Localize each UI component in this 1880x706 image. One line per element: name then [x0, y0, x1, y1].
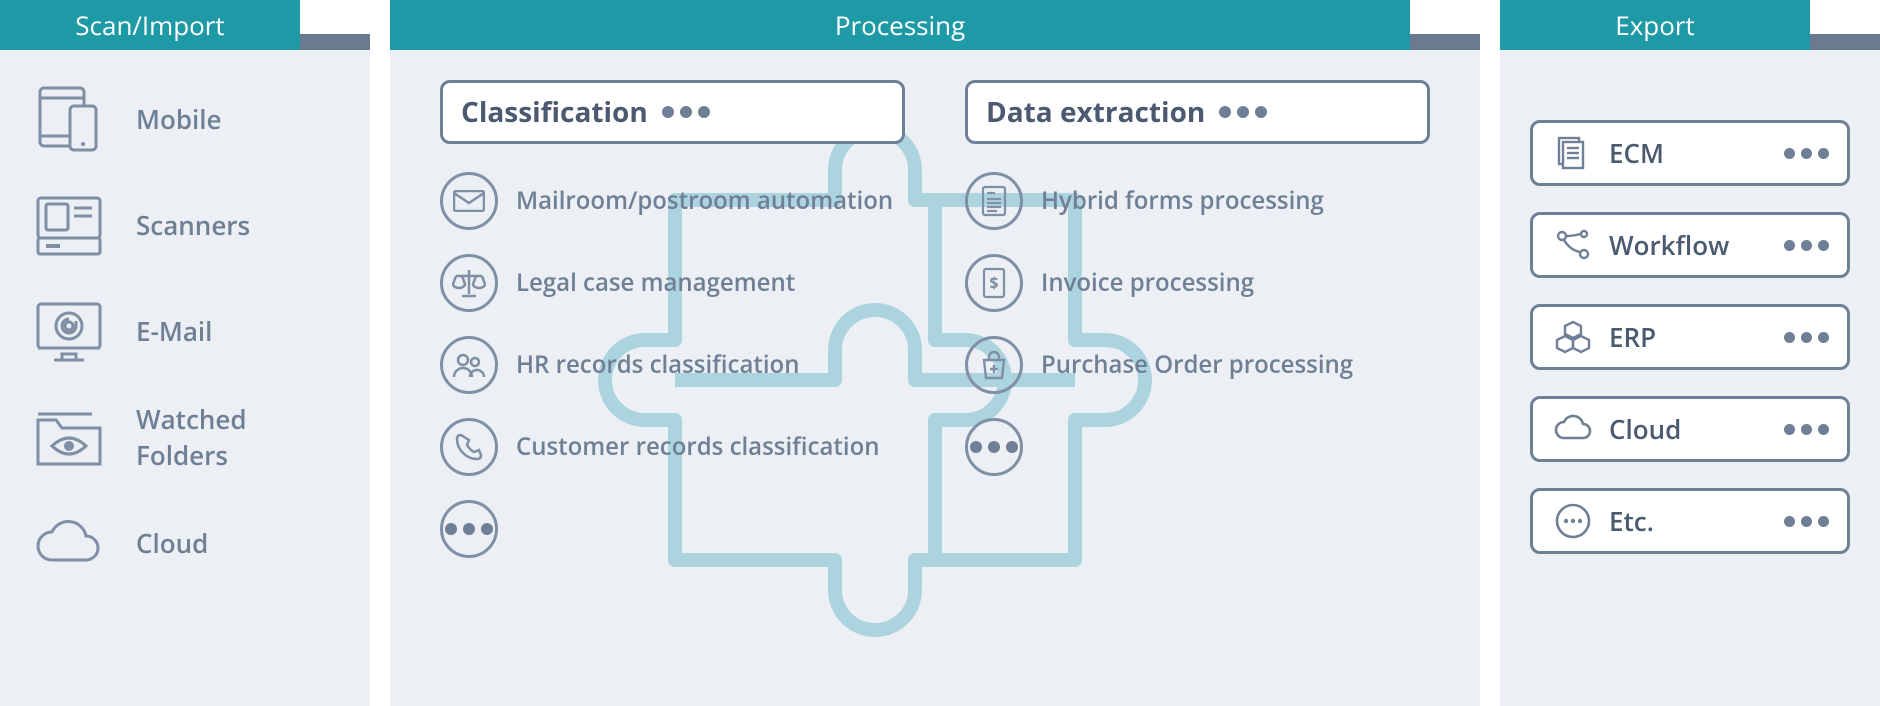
proc-label: Invoice processing — [1041, 269, 1254, 297]
scan-label: E-Mail — [136, 313, 212, 349]
export-item-ecm: ECM — [1530, 120, 1850, 186]
export-label: Workflow — [1609, 227, 1770, 263]
processing-column: Processing Classification — [390, 0, 1480, 706]
more-icon — [1784, 332, 1829, 343]
svg-text:$: $ — [989, 272, 998, 294]
export-item-workflow: Workflow — [1530, 212, 1850, 278]
export-label: ECM — [1609, 135, 1770, 171]
mobile-icon — [30, 80, 108, 158]
export-label: ERP — [1609, 319, 1770, 355]
more-icon — [662, 106, 710, 118]
more-icon — [1784, 148, 1829, 159]
more-circle-icon — [1551, 499, 1595, 543]
proc-label: Legal case management — [516, 269, 795, 297]
processing-columns: Classification Mailroom/postroom automat… — [440, 80, 1430, 582]
export-label: Etc. — [1609, 503, 1770, 539]
more-icon — [1784, 516, 1829, 527]
scan-import-title: Scan/Import — [0, 0, 300, 50]
proc-item-po: Purchase Order processing — [965, 336, 1430, 394]
classification-column: Classification Mailroom/postroom automat… — [440, 80, 905, 582]
proc-label: HR records classification — [516, 351, 799, 379]
proc-item-mailroom: Mailroom/postroom automation — [440, 172, 905, 230]
data-extraction-header: Data extraction — [965, 80, 1430, 144]
more-icon — [1784, 424, 1829, 435]
scan-label: Mobile — [136, 101, 222, 137]
export-item-etc: Etc. — [1530, 488, 1850, 554]
proc-label: Mailroom/postroom automation — [516, 187, 893, 215]
scan-item-watched-folders: Watched Folders — [30, 398, 340, 476]
more-icon — [440, 500, 498, 558]
proc-item-forms: Hybrid forms processing — [965, 172, 1430, 230]
data-extraction-column: Data extraction Hybrid — [965, 80, 1430, 582]
export-item-cloud: Cloud — [1530, 396, 1850, 462]
watched-folders-icon — [30, 398, 108, 476]
export-body: ECM Workflow — [1500, 50, 1880, 706]
scan-item-mobile: Mobile — [30, 80, 340, 158]
data-extraction-title: Data extraction — [986, 93, 1205, 131]
export-title: Export — [1500, 0, 1810, 50]
workflow-icon — [1551, 223, 1595, 267]
scan-import-body: Mobile Scanners — [0, 50, 370, 706]
phone-icon — [440, 418, 498, 476]
cloud-small-icon — [1551, 407, 1595, 451]
cloud-icon — [30, 504, 108, 582]
export-label: Cloud — [1609, 411, 1770, 447]
more-icon — [1784, 240, 1829, 251]
export-column: Export ECM — [1500, 0, 1880, 706]
proc-item-legal: Legal case management — [440, 254, 905, 312]
header-accent — [1810, 34, 1880, 50]
form-icon — [965, 172, 1023, 230]
scan-label: Cloud — [136, 525, 208, 561]
dollar-icon: $ — [965, 254, 1023, 312]
proc-item-invoice: $ Invoice processing — [965, 254, 1430, 312]
export-header: Export — [1500, 0, 1880, 50]
processing-title: Processing — [390, 0, 1410, 50]
more-icon — [965, 418, 1023, 476]
envelope-icon — [440, 172, 498, 230]
scan-import-header: Scan/Import — [0, 0, 370, 50]
proc-item-more — [965, 418, 1430, 476]
processing-body: Classification Mailroom/postroom automat… — [390, 50, 1480, 706]
people-icon — [440, 336, 498, 394]
proc-item-hr: HR records classification — [440, 336, 905, 394]
header-accent — [1410, 34, 1480, 50]
header-accent — [300, 34, 370, 50]
scanner-icon — [30, 186, 108, 264]
scan-item-scanners: Scanners — [30, 186, 340, 264]
classification-title: Classification — [461, 93, 648, 131]
scales-icon — [440, 254, 498, 312]
proc-label: Purchase Order processing — [1041, 351, 1353, 379]
proc-label: Customer records classification — [516, 433, 879, 461]
more-icon — [1219, 106, 1267, 118]
email-icon — [30, 292, 108, 370]
scan-import-column: Scan/Import Mobile — [0, 0, 370, 706]
proc-item-customer: Customer records classification — [440, 418, 905, 476]
processing-header: Processing — [390, 0, 1480, 50]
proc-item-more — [440, 500, 905, 558]
documents-icon — [1551, 131, 1595, 175]
scan-label: Scanners — [136, 207, 250, 243]
export-item-erp: ERP — [1530, 304, 1850, 370]
proc-label: Hybrid forms processing — [1041, 187, 1324, 215]
classification-header: Classification — [440, 80, 905, 144]
scan-label: Watched Folders — [136, 401, 340, 473]
scan-item-email: E-Mail — [30, 292, 340, 370]
erp-icon — [1551, 315, 1595, 359]
scan-item-cloud: Cloud — [30, 504, 340, 582]
bag-icon — [965, 336, 1023, 394]
